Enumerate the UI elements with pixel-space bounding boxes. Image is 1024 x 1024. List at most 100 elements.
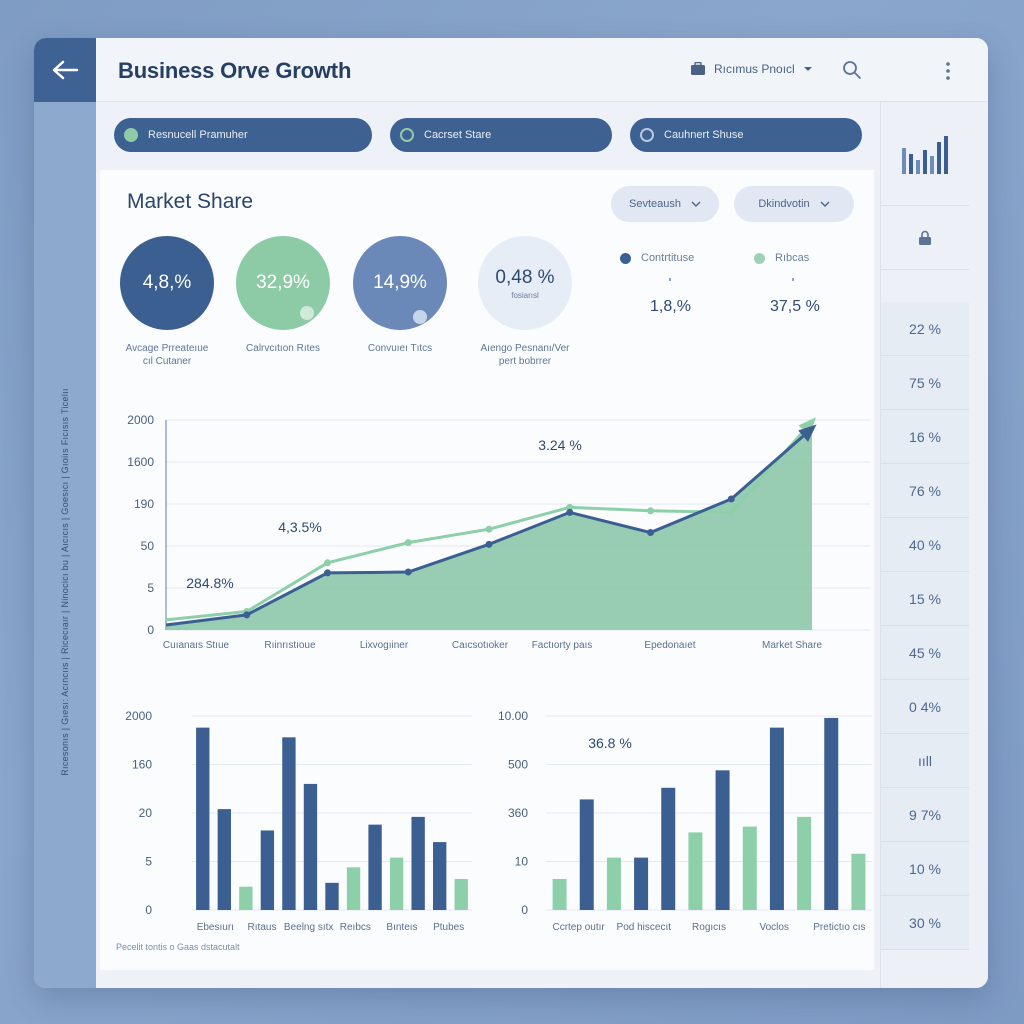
y-tick-label: 360 bbox=[508, 806, 528, 820]
bar bbox=[824, 717, 839, 910]
x-tick-label: Rıtaus bbox=[248, 922, 277, 933]
back-button[interactable] bbox=[34, 38, 96, 102]
x-tick-label: Pod hiscecıt bbox=[617, 922, 672, 933]
y-tick-label: 190 bbox=[134, 497, 154, 511]
bar bbox=[346, 867, 361, 910]
kpi-card: 4,8,% Avcage Prreateıue cıl Cutaner bbox=[119, 236, 215, 368]
bar bbox=[634, 857, 649, 910]
left-rail: Rıcesonıs | Gıesı: Acıncııs | Ricecıaır … bbox=[34, 102, 96, 988]
kpi-handle-dot bbox=[300, 306, 314, 320]
back-arrow-icon bbox=[52, 60, 79, 80]
card-title: Market Share bbox=[127, 190, 254, 213]
y-tick-label: 500 bbox=[508, 758, 528, 772]
x-tick-label: Bınteıs bbox=[386, 922, 417, 933]
series-point bbox=[727, 508, 735, 516]
legend-divider bbox=[669, 278, 671, 281]
kpi-circle: 4,8,% bbox=[120, 236, 214, 330]
legend-divider bbox=[792, 278, 794, 281]
y-tick-label: 5 bbox=[147, 581, 154, 595]
filter-chip-label: Resnucell Pramuher bbox=[148, 129, 248, 141]
stat-row[interactable]: 40 % bbox=[881, 518, 969, 572]
y-tick-label: 160 bbox=[132, 758, 152, 772]
kpi-circle: 14,9% bbox=[353, 236, 447, 330]
data-annotation: 3.24 % bbox=[538, 437, 582, 453]
x-tick-label: Lixvogıiner bbox=[360, 640, 409, 651]
series-point bbox=[324, 569, 331, 577]
dropdown-label: Sevteaush bbox=[629, 198, 681, 210]
stat-row[interactable]: 45 % bbox=[881, 626, 969, 680]
market-share-line-chart: 0 5 50 190 1600 2000 284.8% 4,3.5% 3.24 % Cuıanaı… bbox=[127, 413, 870, 651]
y-tick-label: 10 bbox=[515, 855, 529, 869]
legend-value: 1,8,% bbox=[650, 298, 691, 315]
kpi-circle: 0,48 % fosiarısl bbox=[478, 236, 572, 330]
series-point bbox=[485, 540, 493, 548]
kpi-label-line: Convuıeı Tıtcs bbox=[367, 343, 433, 354]
x-tick-label: Reıbcs bbox=[340, 922, 371, 933]
stat-row[interactable]: 10 % bbox=[881, 842, 969, 896]
x-tick-label: Ptubes bbox=[433, 922, 464, 933]
more-options-icon[interactable] bbox=[944, 60, 952, 82]
kpi-value: 14,9% bbox=[373, 272, 427, 293]
kpi-circle: 32,9% bbox=[236, 236, 330, 330]
series-point bbox=[404, 568, 412, 576]
bar bbox=[282, 737, 296, 910]
mini-chart-tile[interactable] bbox=[881, 102, 969, 206]
series-point bbox=[485, 525, 493, 533]
series-point bbox=[324, 559, 331, 567]
x-tick-label: Cuıanaıs Stıue bbox=[163, 640, 230, 651]
kpi-value: 32,9% bbox=[256, 272, 310, 293]
stat-row[interactable]: ııll bbox=[881, 734, 969, 788]
kpi-value: 4,8,% bbox=[142, 272, 192, 293]
lock-tile[interactable] bbox=[881, 206, 969, 270]
stat-row[interactable]: 22 % bbox=[881, 302, 969, 356]
filter-dot-icon bbox=[124, 128, 138, 142]
series-point bbox=[566, 508, 574, 516]
lock-icon bbox=[919, 230, 931, 245]
series-point bbox=[243, 611, 251, 619]
dropdown-label: Dkindvotin bbox=[758, 198, 810, 210]
stat-row[interactable]: 16 % bbox=[881, 410, 969, 464]
filter-chip-2[interactable]: Cacrset Stare bbox=[390, 118, 612, 152]
legend-dot-icon bbox=[620, 252, 631, 264]
stat-row[interactable]: 9 7% bbox=[881, 788, 969, 842]
y-tick-label: 0 bbox=[147, 623, 154, 637]
right-stats-panel: 22 % 75 % 16 % 76 % 40 % 15 % 45 % 0 4% ııll 9 7%… bbox=[880, 102, 988, 988]
x-tick-label: Factıorty paıs bbox=[532, 640, 593, 651]
left-rail-text: Rıcesonıs | Gıesı: Acıncııs | Ricecıaır … bbox=[60, 388, 70, 776]
legend-dot-icon bbox=[754, 252, 765, 264]
filter-chip-label: Cacrset Stare bbox=[424, 129, 492, 141]
data-annotation: 36.8 % bbox=[588, 735, 632, 751]
stat-row[interactable]: 75 % bbox=[881, 356, 969, 410]
legend-item: Rıbcas bbox=[754, 252, 809, 264]
legend-label: Contrtituse bbox=[641, 252, 695, 264]
kpi-card: 32,9% Calrvcıtıon Rıtes bbox=[235, 236, 331, 355]
filter-dot-icon bbox=[400, 128, 414, 142]
kpi-label-line: pert bobrrer bbox=[498, 356, 552, 367]
stat-row[interactable]: 15 % bbox=[881, 572, 969, 626]
bar bbox=[217, 809, 231, 910]
kpi-label: Calrvcıtıon Rıtes bbox=[235, 342, 331, 355]
page-title: Business Orve Growth bbox=[118, 58, 352, 83]
bar bbox=[851, 853, 866, 910]
data-annotation: 4,3.5% bbox=[278, 519, 322, 535]
stat-row[interactable]: 76 % bbox=[881, 464, 969, 518]
stat-row[interactable]: 0 4% bbox=[881, 680, 969, 734]
kpi-label-line: cıl Cutaner bbox=[142, 356, 192, 367]
chevron-down-icon bbox=[803, 67, 812, 71]
kpi-handle-dot bbox=[413, 310, 427, 324]
stat-row[interactable]: 30 % bbox=[881, 896, 969, 950]
search-icon[interactable] bbox=[842, 60, 862, 80]
bar bbox=[797, 816, 812, 910]
period-dropdown[interactable]: Sevteaush bbox=[611, 186, 719, 222]
x-tick-label: Ccrtep outır bbox=[552, 922, 605, 933]
category-dropdown[interactable]: Dkindvotin bbox=[734, 186, 854, 222]
bar bbox=[742, 826, 757, 910]
bar bbox=[433, 842, 447, 910]
footnote: Pecelit tontis o Gaas dstacutalt bbox=[116, 942, 240, 952]
filter-chip-3[interactable]: Cauhnert Shuse bbox=[630, 118, 862, 152]
y-tick-label: 10.00 bbox=[498, 709, 528, 723]
bar-chart-icon bbox=[902, 135, 948, 174]
filter-chip-label: Cauhnert Shuse bbox=[664, 129, 744, 141]
product-selector[interactable]: Rıcımus Pnoıcl bbox=[690, 62, 813, 76]
filter-chip-1[interactable]: Resnucell Pramuher bbox=[114, 118, 372, 152]
